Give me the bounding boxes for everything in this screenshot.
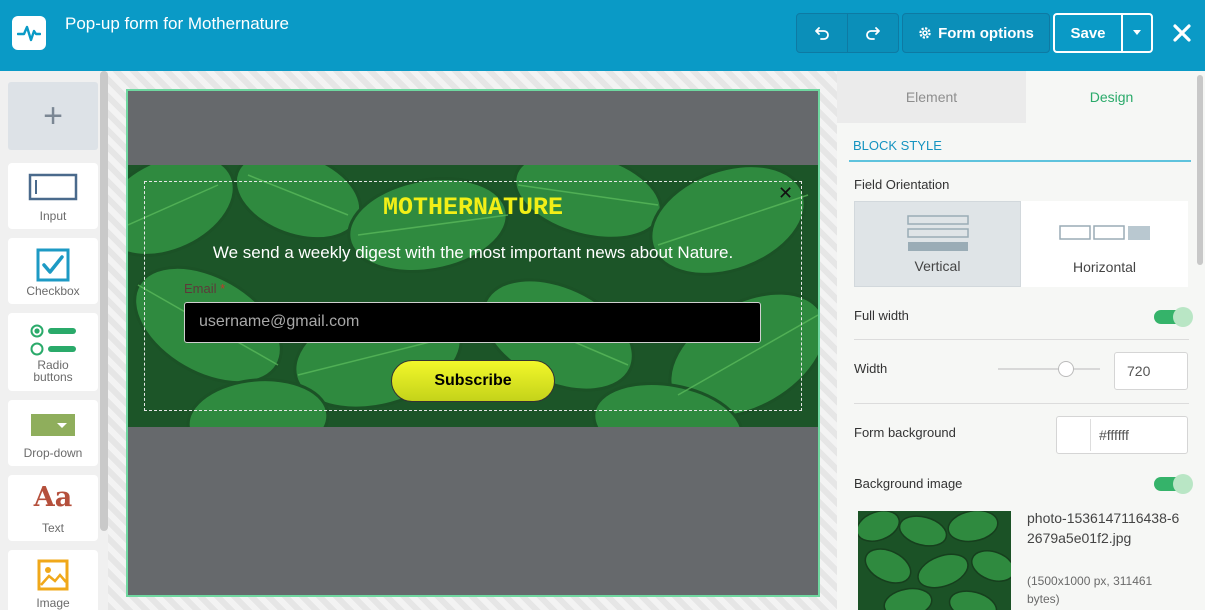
popup-title: MOTHERNATURE	[382, 193, 564, 222]
form-background-label: Form background	[854, 425, 956, 440]
form-options-button[interactable]: Form options	[902, 13, 1050, 53]
dropdown-icon	[31, 414, 75, 436]
width-input[interactable]: 720	[1114, 352, 1188, 390]
tool-text-label: Text	[41, 521, 64, 535]
form-canvas: ✕ MOTHERNATURE We send a weekly digest w…	[126, 89, 820, 597]
horizontal-layout-icon	[1059, 225, 1150, 240]
orientation-vertical-option[interactable]: Vertical	[854, 201, 1021, 287]
tool-checkbox[interactable]: Checkbox	[8, 238, 98, 304]
subscribe-button[interactable]: Subscribe	[391, 360, 555, 402]
email-label: Email *	[184, 281, 225, 296]
tool-input-label: Input	[39, 209, 67, 223]
vertical-layout-icon	[907, 215, 969, 251]
close-icon	[1173, 24, 1191, 42]
form-background-color-input[interactable]: #ffffff	[1056, 416, 1188, 454]
email-input[interactable]: username@gmail.com	[184, 302, 761, 343]
redo-icon	[866, 27, 880, 40]
image-meta: (1500x1000 px, 311461 bytes)	[1027, 574, 1153, 606]
undo-button[interactable]	[796, 13, 848, 53]
properties-panel: Element Design BLOCK STYLE Field Orienta…	[837, 71, 1205, 610]
horizontal-label: Horizontal	[1072, 259, 1137, 275]
divider	[854, 403, 1189, 404]
form-background-value: #ffffff	[1099, 427, 1129, 443]
image-filename: photo-1536147116438-62679a5e01f2.jpg	[1027, 510, 1180, 546]
color-swatch[interactable]	[1061, 419, 1091, 451]
page-title: Pop-up form for Mothernature	[65, 14, 289, 33]
image-icon	[37, 559, 69, 591]
section-divider	[849, 160, 1191, 162]
leaves-thumbnail	[858, 511, 1011, 610]
divider	[854, 339, 1189, 340]
form-options-label: Form options	[938, 24, 1034, 42]
width-label: Width	[854, 361, 888, 376]
popup-form: ✕ MOTHERNATURE We send a weekly digest w…	[128, 165, 818, 427]
caret-down-icon	[1133, 30, 1141, 35]
background-image-thumbnail[interactable]	[858, 511, 1011, 610]
tool-radio-label: Radio buttons	[33, 358, 73, 384]
tool-radio-buttons[interactable]: Radio buttons	[8, 313, 98, 391]
undo-icon	[815, 27, 829, 40]
section-title: BLOCK STYLE	[853, 138, 942, 153]
radio-icon	[30, 324, 76, 356]
orientation-horizontal-option[interactable]: Horizontal	[1021, 201, 1188, 287]
checkbox-icon	[36, 248, 70, 282]
save-dropdown-button[interactable]	[1121, 13, 1153, 53]
full-width-label: Full width	[854, 308, 909, 323]
element-toolbox: + Input Checkbox Radio buttons Drop-down…	[0, 71, 108, 610]
toolbox-scrollbar[interactable]	[100, 71, 108, 531]
width-slider-track[interactable]	[998, 368, 1100, 370]
tool-dropdown[interactable]: Drop-down	[8, 400, 98, 466]
add-element-button[interactable]: +	[8, 82, 98, 150]
background-image-label: Background image	[854, 476, 963, 491]
width-slider-handle[interactable]	[1058, 361, 1074, 377]
tab-element[interactable]: Element	[837, 71, 1026, 123]
app-logo	[12, 16, 46, 50]
tool-text[interactable]: Aa Text	[8, 475, 98, 541]
text-icon: Aa	[33, 482, 73, 513]
tool-checkbox-label: Checkbox	[26, 284, 80, 298]
email-label-text: Email	[184, 281, 217, 296]
pulse-icon	[17, 25, 41, 42]
save-button[interactable]: Save	[1053, 13, 1123, 53]
required-mark: *	[220, 281, 226, 296]
tool-input[interactable]: Input	[8, 163, 98, 229]
top-bar: Pop-up form for Mothernature Form option…	[0, 0, 1205, 71]
panel-scrollbar[interactable]	[1197, 75, 1203, 265]
tool-dropdown-label: Drop-down	[23, 446, 83, 460]
tab-design[interactable]: Design	[1026, 71, 1197, 123]
close-editor-button[interactable]	[1168, 18, 1196, 48]
full-width-toggle[interactable]	[1154, 307, 1193, 327]
input-icon	[28, 173, 78, 201]
vertical-label: Vertical	[914, 258, 961, 274]
redo-button[interactable]	[847, 13, 899, 53]
field-orientation-label: Field Orientation	[854, 177, 950, 192]
gear-icon	[919, 27, 931, 39]
background-image-toggle[interactable]	[1154, 474, 1193, 494]
popup-description: We send a weekly digest with the most im…	[212, 243, 734, 262]
tool-image-label: Image	[36, 596, 70, 610]
canvas-area: ✕ MOTHERNATURE We send a weekly digest w…	[108, 71, 837, 610]
tool-image[interactable]: Image	[8, 550, 98, 610]
